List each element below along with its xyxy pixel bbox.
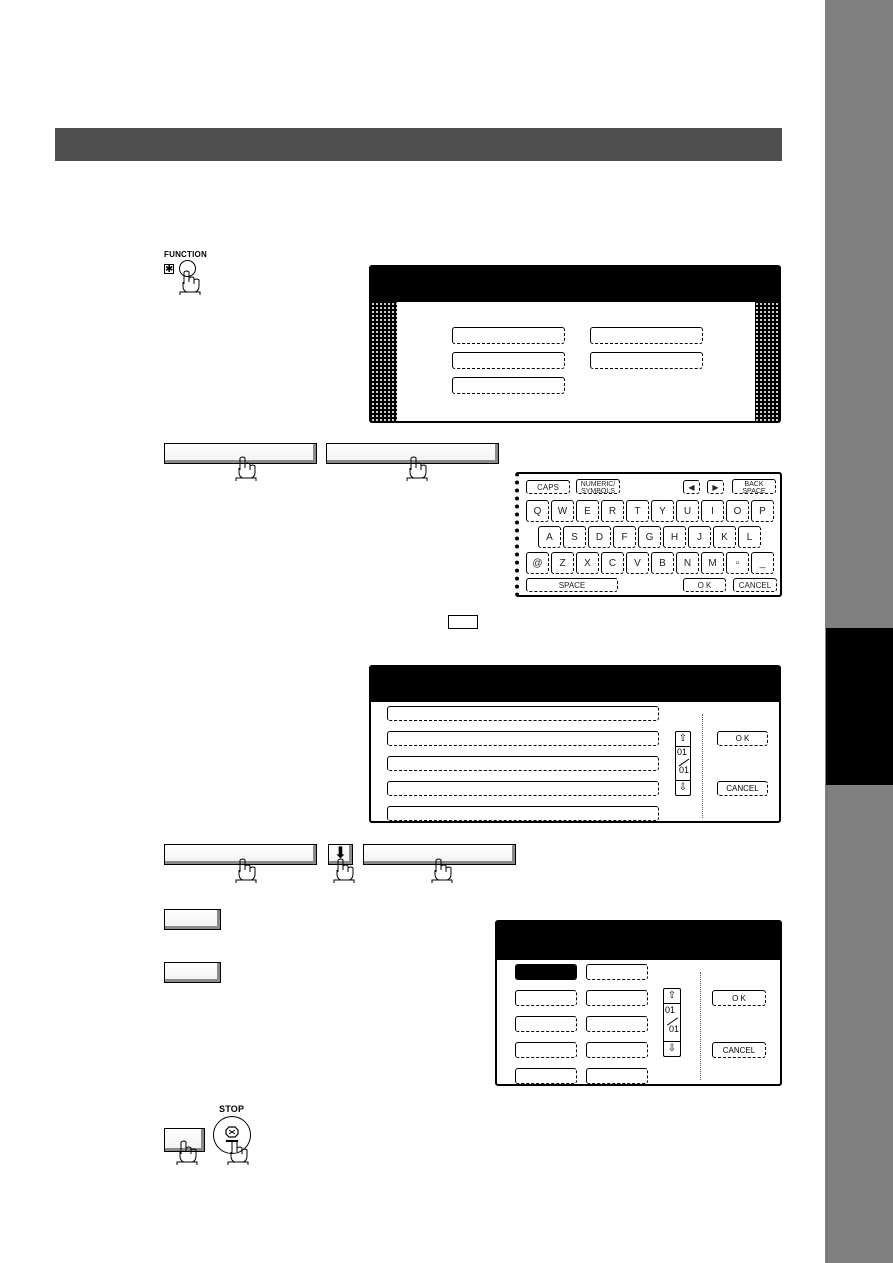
pointing-hand-icon	[227, 1140, 249, 1165]
softkey-b[interactable]	[164, 962, 221, 983]
keyboard-key[interactable]: Y	[651, 500, 674, 522]
keyboard-key[interactable]: Z	[551, 552, 574, 574]
list-screen: ⇧ 01 01 ⇩ O K CANCEL	[369, 665, 781, 823]
ok-button[interactable]: O K	[717, 731, 768, 746]
list-item-button[interactable]	[387, 781, 659, 796]
pointing-hand-icon	[176, 1140, 198, 1165]
keyboard-key[interactable]: D	[588, 526, 611, 548]
caps-key[interactable]: CAPS	[526, 480, 570, 494]
keyboard-key[interactable]: @	[526, 552, 549, 574]
pointing-hand-icon	[235, 858, 257, 883]
inline-key-reference	[448, 615, 478, 629]
pointing-hand-icon	[333, 858, 355, 883]
pointing-hand-icon	[406, 456, 428, 481]
list-item-button[interactable]	[387, 706, 659, 721]
keyboard-key[interactable]: R	[601, 500, 624, 522]
keyboard-key[interactable]: E	[576, 500, 599, 522]
tab-strip-edge	[826, 785, 828, 1263]
space-key[interactable]: SPACE	[526, 578, 618, 592]
keyboard-key[interactable]: G	[638, 526, 661, 548]
cancel-button[interactable]: CANCEL	[712, 1042, 766, 1058]
current-chapter-tab	[826, 628, 893, 785]
pointing-hand-icon	[431, 858, 453, 883]
pointing-hand-icon	[179, 270, 201, 295]
cursor-right-key[interactable]: ▶	[707, 480, 724, 494]
keyboard-key[interactable]: V	[626, 552, 649, 574]
list-item-button[interactable]	[387, 806, 659, 821]
keyboard-key[interactable]: F	[613, 526, 636, 548]
stop-key-label: STOP	[219, 1104, 245, 1114]
keyboard-key[interactable]: J	[688, 526, 711, 548]
pointing-hand-icon	[235, 456, 257, 481]
keyboard-key[interactable]: Q	[526, 500, 549, 522]
softkey-a[interactable]	[164, 909, 221, 930]
function-menu-screen	[369, 265, 781, 423]
grid-option-button[interactable]	[586, 990, 648, 1006]
cancel-key[interactable]: CANCEL	[733, 578, 777, 592]
keyboard-key[interactable]: S	[563, 526, 586, 548]
page-scroller: ⇧ 01 01 ⇩	[663, 988, 681, 1057]
keyboard-key[interactable]: B	[651, 552, 674, 574]
keyboard-key[interactable]: _	[751, 552, 774, 574]
cursor-left-key[interactable]: ◀	[683, 480, 700, 494]
keyboard-key[interactable]: H	[663, 526, 686, 548]
function-key-label: FUNCTION	[164, 250, 207, 259]
menu-option-button[interactable]	[590, 352, 703, 369]
screen-title	[371, 267, 779, 302]
keyboard-key[interactable]: W	[551, 500, 574, 522]
grid-option-selected[interactable]	[515, 964, 577, 980]
screen-divider	[700, 972, 701, 1080]
keyboard-key[interactable]: A	[538, 526, 561, 548]
grid-option-button[interactable]	[586, 964, 648, 980]
page-down-button[interactable]: ⇩	[676, 780, 690, 795]
keyboard-key[interactable]: ▫	[726, 552, 749, 574]
total-pages: 01	[678, 765, 689, 775]
keyboard-key[interactable]: L	[738, 526, 761, 548]
list-item-button[interactable]	[387, 731, 659, 746]
grid-option-button[interactable]	[515, 1042, 577, 1058]
current-page: 01	[677, 747, 688, 757]
current-page: 01	[665, 1005, 676, 1015]
keyboard-key[interactable]: O	[726, 500, 749, 522]
menu-option-button[interactable]	[452, 327, 565, 344]
star-icon: ✱	[164, 264, 174, 275]
page-down-button[interactable]: ⇩	[664, 1041, 680, 1056]
screen-left-pattern	[371, 302, 397, 421]
screen-title	[497, 922, 780, 960]
keyboard-key[interactable]: K	[713, 526, 736, 548]
keyboard-key[interactable]: N	[676, 552, 699, 574]
ok-key[interactable]: O K	[683, 578, 726, 592]
keyboard-key[interactable]: T	[626, 500, 649, 522]
screen-title	[371, 667, 779, 702]
screen-divider	[702, 714, 703, 818]
menu-option-button[interactable]	[590, 327, 703, 344]
keyboard-key[interactable]: X	[576, 552, 599, 574]
page-up-button[interactable]: ⇧	[664, 989, 680, 1004]
page-scroller: ⇧ 01 01 ⇩	[675, 731, 691, 796]
list-item-button[interactable]	[387, 756, 659, 771]
keyboard-key[interactable]: P	[751, 500, 774, 522]
keyboard-key[interactable]: I	[701, 500, 724, 522]
keyboard-key[interactable]: C	[601, 552, 624, 574]
grid-option-button[interactable]	[515, 1016, 577, 1032]
screen-right-pattern	[755, 302, 779, 421]
back-space-key[interactable]: BACK SPACE	[732, 479, 776, 495]
section-header	[55, 128, 782, 161]
grid-selection-screen: ⇧ 01 01 ⇩ O K CANCEL	[495, 920, 782, 1086]
grid-option-button[interactable]	[515, 1068, 577, 1084]
keyboard-key[interactable]: M	[701, 552, 724, 574]
ok-button[interactable]: O K	[712, 990, 766, 1006]
menu-option-button[interactable]	[452, 377, 565, 394]
keyboard-key[interactable]: U	[676, 500, 699, 522]
grid-option-button[interactable]	[515, 990, 577, 1006]
menu-option-button[interactable]	[452, 352, 565, 369]
keyboard-screen: CAPS NUMERIC/ SYMBOLS ◀ ▶ BACK SPACE QWE…	[515, 472, 782, 597]
grid-option-button[interactable]	[586, 1016, 648, 1032]
page-up-button[interactable]: ⇧	[676, 732, 690, 747]
grid-option-button[interactable]	[586, 1068, 648, 1084]
total-pages: 01	[668, 1024, 679, 1034]
numeric-symbols-key[interactable]: NUMERIC/ SYMBOLS	[576, 479, 620, 495]
grid-option-button[interactable]	[586, 1042, 648, 1058]
cancel-button[interactable]: CANCEL	[717, 781, 768, 796]
